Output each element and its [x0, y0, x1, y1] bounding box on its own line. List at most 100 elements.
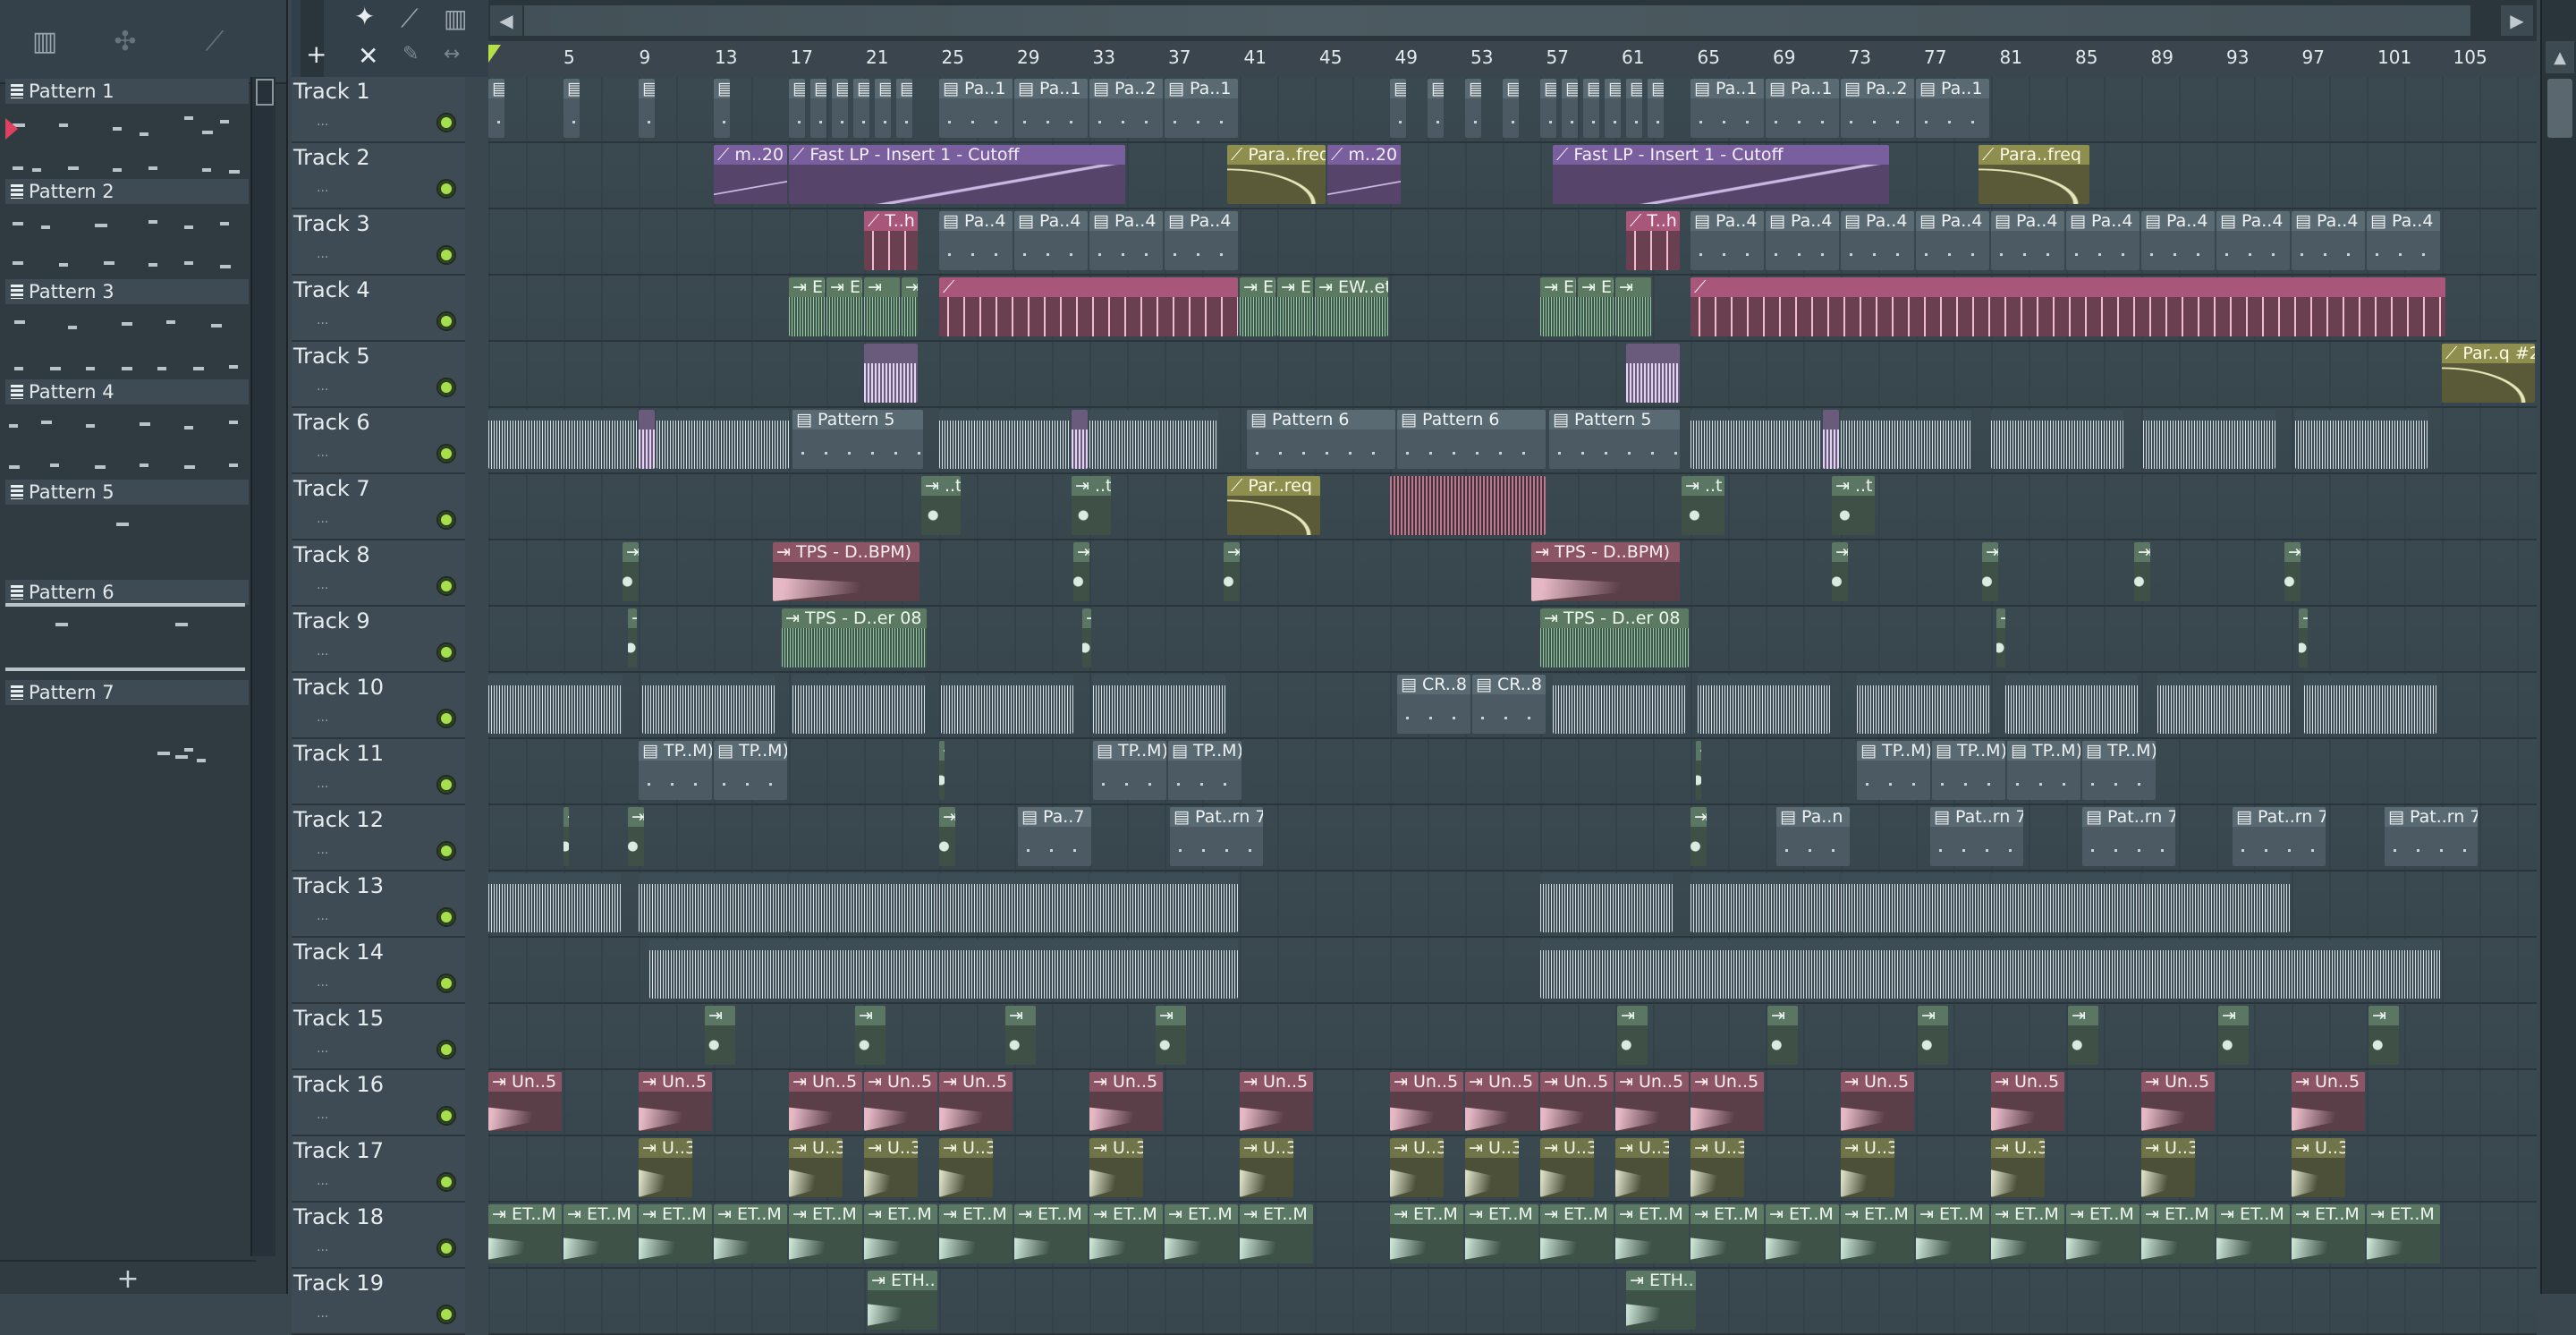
track-mute-led-icon[interactable] [436, 841, 456, 861]
clip[interactable]: ⇥ ..t [921, 476, 961, 535]
bar-number[interactable]: 85 [2075, 47, 2097, 68]
clip[interactable] [1390, 476, 1546, 535]
clip[interactable]: ▤ [1648, 79, 1664, 138]
pattern-item[interactable]: Pattern 4 [5, 379, 249, 480]
clip[interactable]: ▤ Pat..rn 7 [1170, 807, 1263, 866]
clip[interactable] [1698, 675, 1830, 734]
bar-number[interactable]: 17 [791, 47, 813, 68]
bar-number[interactable]: 13 [715, 47, 737, 68]
clip[interactable]: ⇥ El [1540, 277, 1576, 336]
automation-clip-icon[interactable]: ⟋ [401, 4, 419, 34]
vertical-scroll-thumb[interactable] [2547, 79, 2572, 138]
clip[interactable]: ⇥ [939, 741, 945, 800]
clip[interactable]: ⇥ TPS - D..er 08 [1540, 608, 1689, 668]
track-header[interactable]: Track 5 ··· [292, 342, 465, 408]
track-options-icon[interactable]: ··· [317, 184, 328, 199]
clip[interactable] [939, 410, 1070, 469]
track-mute-led-icon[interactable] [436, 1172, 456, 1192]
clip[interactable]: ⇥ [623, 542, 639, 601]
clip[interactable]: ⇥ [1082, 608, 1091, 668]
clip[interactable]: ▤ TP..M) [1168, 741, 1241, 800]
song-start-marker-icon[interactable] [488, 45, 501, 63]
bar-number[interactable]: 33 [1093, 47, 1115, 68]
track-options-icon[interactable]: ··· [317, 1310, 328, 1324]
clip[interactable] [2295, 410, 2428, 469]
clip[interactable] [1089, 873, 1238, 932]
clip[interactable]: ▤ TP..M) [1093, 741, 1166, 800]
clip[interactable]: ⇥ [864, 277, 900, 336]
clip[interactable]: ⇥ U..3 [1540, 1138, 1594, 1197]
track-lane[interactable]: ⇥ El⇥ El⇥ ⇥ ⟋ ⇥ El⇥ E⇥ EW..et⇥ El⇥ El⇥ ⟋ [488, 276, 2537, 342]
pattern-item[interactable]: Pattern 7 [5, 680, 249, 780]
clip[interactable]: ⇥ U..3 [2292, 1138, 2345, 1197]
track-options-icon[interactable]: ··· [317, 846, 328, 861]
track-options-icon[interactable]: ··· [317, 449, 328, 463]
clip[interactable]: ▤ Pa..4 [2292, 211, 2365, 270]
clip[interactable]: ⟋ T..h [864, 211, 918, 270]
clip[interactable]: ⇥ ETH.. [1626, 1271, 1696, 1330]
clip[interactable]: ⇥ Un..5 [1690, 1072, 1764, 1131]
track-options-icon[interactable]: ··· [317, 515, 328, 530]
clip[interactable] [2304, 675, 2436, 734]
clip[interactable]: ⇥ ET..M [564, 1204, 637, 1263]
clip[interactable]: ⇥ TPS - D..BPM) [773, 542, 919, 601]
clip[interactable]: ▤ [875, 79, 891, 138]
pattern-header[interactable]: Pattern 6 [5, 580, 249, 605]
clip[interactable] [792, 675, 925, 734]
pattern-item[interactable]: Pattern 3 [5, 279, 249, 379]
track-mute-led-icon[interactable] [436, 576, 456, 596]
track-mute-led-icon[interactable] [436, 642, 456, 662]
clip[interactable]: ⇥ Un..5 [789, 1072, 862, 1131]
clip[interactable]: ▤ Pa..4 [2367, 211, 2440, 270]
clip[interactable]: ⇥ [628, 807, 644, 866]
track-lane[interactable]: ▤ Pattern 5 ▤ Pattern 6 ▤ Pattern 6 ▤ Patte… [488, 408, 2537, 474]
clip[interactable]: ⇥ [855, 1006, 886, 1065]
clip[interactable] [488, 675, 623, 734]
clip[interactable]: ⟋ Para..freq [1979, 145, 2089, 204]
clip[interactable] [789, 873, 937, 932]
clip[interactable]: ⟋ Fast LP - Insert 1 - Cutoff [789, 145, 1125, 204]
bar-number[interactable]: 25 [942, 47, 964, 68]
clip[interactable]: ⇥ Un..5 [1540, 1072, 1614, 1131]
clip[interactable]: ▤ Pa..4 [1690, 211, 1764, 270]
clip[interactable]: ⇥ Un..5 [1615, 1072, 1689, 1131]
clip[interactable] [939, 873, 1088, 932]
picker-scroll-thumb[interactable] [256, 79, 274, 106]
clip[interactable]: ▤ Pat..rn 7 [2385, 807, 2478, 866]
clip[interactable]: ▤ [1562, 79, 1578, 138]
clip[interactable]: ⇥ ET..M [1540, 1204, 1614, 1263]
clip[interactable]: ⇥ [1982, 542, 1998, 601]
clip[interactable]: ▤ [639, 79, 655, 138]
track-lane[interactable]: ⇥ ETH.. ⇥ ETH.. [488, 1269, 2537, 1335]
timeline-ruler[interactable]: 5 9 13 17 21 25 29 33 37 41 45 49 53 57 61 65 69 73 77 81 85… [488, 41, 2537, 79]
playlist-overview[interactable]: ◀ ▶ [488, 0, 2537, 41]
clip[interactable] [2005, 675, 2138, 734]
clip[interactable]: ⇥ U..3 [1690, 1138, 1744, 1197]
clip[interactable]: ▤ Pa..1 [1014, 79, 1088, 138]
clip[interactable] [1093, 675, 1225, 734]
track-mute-led-icon[interactable] [436, 775, 456, 795]
track-header[interactable]: Track 2 ··· [292, 143, 465, 209]
clip[interactable]: ▤ Pat..rn 7 [2233, 807, 2326, 866]
clip[interactable]: ⇥ El [1578, 277, 1614, 336]
pattern-header[interactable]: Pattern 4 [5, 379, 249, 404]
clip[interactable]: ⇥ Un..5 [1240, 1072, 1313, 1131]
clip[interactable]: ⟋ Fast LP - Insert 1 - Cutoff [1553, 145, 1889, 204]
bar-number[interactable]: 29 [1017, 47, 1039, 68]
clip[interactable]: ⇥ [2218, 1006, 2249, 1065]
bar-number[interactable]: 61 [1622, 47, 1644, 68]
clip[interactable]: ▤ [1390, 79, 1406, 138]
clip[interactable]: ▤ TP..M) [639, 741, 712, 800]
bar-number[interactable]: 41 [1244, 47, 1267, 68]
track-lane[interactable] [488, 872, 2537, 938]
clip[interactable]: ▤ TP..M) [1857, 741, 1930, 800]
clip[interactable]: ▤ [1503, 79, 1519, 138]
track-header[interactable]: Track 4 ··· [292, 276, 465, 342]
clip[interactable]: ⇥ Un..5 [939, 1072, 1013, 1131]
clip[interactable]: ▤ [832, 79, 848, 138]
clip[interactable] [642, 675, 775, 734]
track-mute-led-icon[interactable] [436, 974, 456, 993]
track-header[interactable]: Track 15 ··· [292, 1004, 465, 1070]
clip[interactable] [864, 344, 918, 403]
clip[interactable]: ⇥ ..t [1682, 476, 1724, 535]
